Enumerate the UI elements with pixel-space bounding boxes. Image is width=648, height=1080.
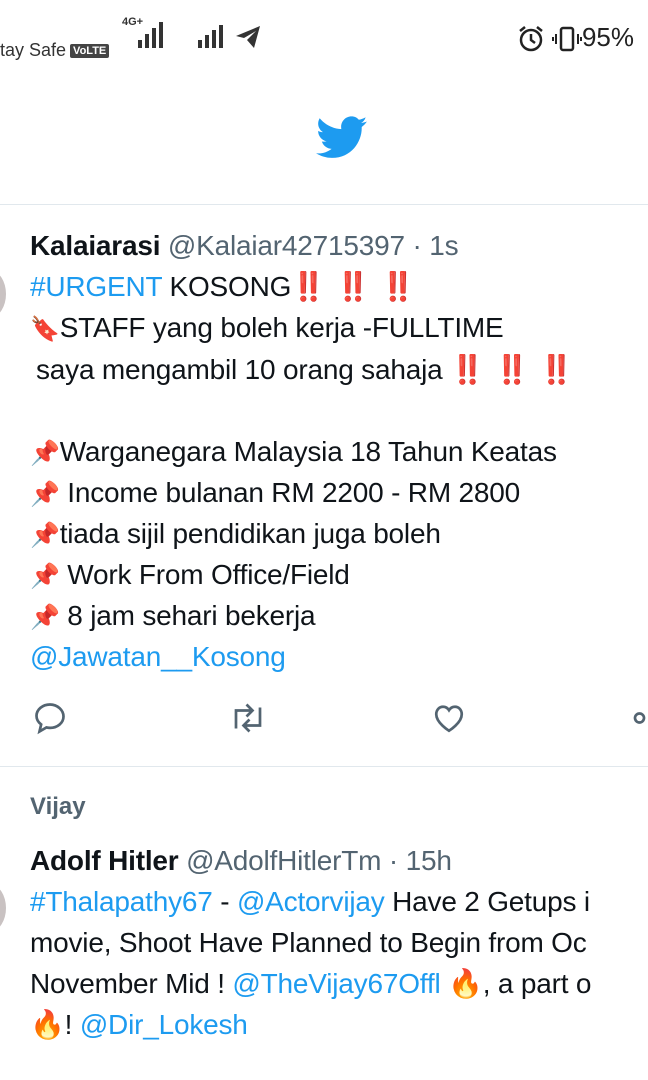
twitter-bird-icon[interactable] [316,116,368,160]
tweet-text: 🔥! [30,1009,80,1040]
tweet-text: Have 2 Getups i [384,886,590,917]
tweet-text: KOSONG [169,271,292,302]
tweet-text-line: #Thalapathy67 - @Actorvijay Have 2 Getup… [30,881,590,922]
tweet-text-line: 🔖STAFF yang boleh kerja -FULLTIME [30,307,504,350]
pushpin-emoji-icon: 📌 [30,604,60,631]
tweet-text-line: 📌Warganegara Malaysia 18 Tahun Keatas [30,431,557,474]
tweet-text: - [212,886,237,917]
tweet-text: saya mengambil 10 orang sahaja [36,354,443,385]
share-icon[interactable] [632,700,648,736]
author-handle[interactable]: @AdolfHitlerTm [186,845,381,876]
exclamation-emoji: ‼️ ‼️ ‼️ [291,271,417,302]
social-context[interactable]: Vijay [30,793,86,821]
tweet-card[interactable]: Kalaiarasi @Kalaiar42715397 · 1s #URGENT… [0,205,648,766]
pushpin-emoji-icon: 📌 [30,481,60,508]
avatar[interactable] [0,885,6,931]
mention-link[interactable]: @Jawatan__Kosong [30,641,286,672]
tweet-text-line: #URGENT KOSONG‼️ ‼️ ‼️ [30,266,416,307]
retweet-icon[interactable] [228,700,268,736]
separator-dot: · [388,845,399,876]
carrier-label: tay Safe VoLTE [0,40,110,61]
status-bar: tay Safe VoLTE 4G+ 95% [0,0,648,80]
separator-dot: · [412,230,422,261]
author-name[interactable]: Kalaiarasi [30,230,161,261]
tweet-card[interactable]: Vijay Adolf Hitler @AdolfHitlerTm · 15h … [0,767,648,1080]
tweet-text: Income bulanan RM 2200 - RM 2800 [59,477,521,508]
mention-link[interactable]: @TheVijay67Offl [232,968,440,999]
status-right: 95% [517,22,634,53]
tweet-text-line: 📌 Work From Office/Field [30,554,350,597]
pushpin-emoji-icon: 📌 [30,522,60,549]
tweet-text: November Mid ! [30,968,233,999]
tweet-actions [30,700,648,740]
tweet-text-line: 📌tiada sijil pendidikan juga boleh [30,513,441,556]
alarm-icon [518,26,543,52]
pushpin-emoji-icon: 📌 [30,563,60,590]
tweet-time[interactable]: 1s [429,230,458,261]
tweet-text: STAFF yang boleh kerja -FULLTIME [59,312,504,343]
signal-icon [138,22,163,48]
author-name[interactable]: Adolf Hitler [30,845,179,876]
tweet-text: 🔥, a part o [440,968,592,999]
bookmark-emoji-icon: 🔖 [30,316,60,343]
vibrate-icon [551,26,582,52]
tweet-time[interactable]: 15h [406,845,452,876]
tweet-text: Work From Office/Field [59,559,350,590]
mention-link[interactable]: @Dir_Lokesh [80,1009,248,1040]
signal-icon [198,25,223,48]
author-handle[interactable]: @Kalaiar42715397 [168,230,405,261]
battery-level: 95% [581,22,634,52]
tweet-text: Warganegara Malaysia 18 Tahun Keatas [59,436,557,467]
tweet-header: Kalaiarasi @Kalaiar42715397 · 1s [30,225,459,266]
tweet-text: movie, Shoot Have Planned to Begin from … [30,927,587,958]
tweet-text-line: 📌 8 jam sehari bekerja [30,595,316,638]
tweet-header: Adolf Hitler @AdolfHitlerTm · 15h [30,840,452,881]
avatar[interactable] [0,271,6,317]
volte-badge: VoLTE [70,44,110,59]
pushpin-emoji-icon: 📌 [30,440,60,467]
tweet-text-line: 🔥! @Dir_Lokesh [30,1004,248,1045]
like-icon[interactable] [430,700,468,736]
tweet-text-line: movie, Shoot Have Planned to Begin from … [30,922,587,963]
tweet-text-line: November Mid ! @TheVijay67Offl 🔥, a part… [30,963,591,1004]
exclamation-emoji: ‼️ ‼️ ‼️ [450,354,576,385]
hashtag-link[interactable]: #Thalapathy67 [30,886,213,917]
tweet-text-line: @Jawatan__Kosong [30,636,286,677]
tweet-text: tiada sijil pendidikan juga boleh [59,518,441,549]
tweet-text-line: 📌 Income bulanan RM 2200 - RM 2800 [30,472,520,515]
tweet-text: 8 jam sehari bekerja [59,600,316,631]
hashtag-link[interactable]: #URGENT [30,271,162,302]
reply-icon[interactable] [32,700,68,736]
mention-link[interactable]: @Actorvijay [237,886,385,917]
tweet-text-line: saya mengambil 10 orang sahaja ‼️ ‼️ ‼️ [36,349,575,390]
telegram-icon [236,26,260,48]
